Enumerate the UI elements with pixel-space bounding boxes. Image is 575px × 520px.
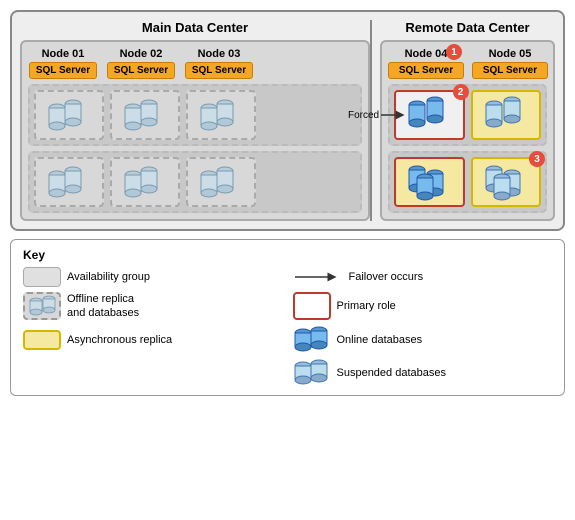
- main-data-center: Main Data Center Node 01 SQL Server Node…: [20, 20, 370, 221]
- legend-online-db-icon: [293, 326, 331, 354]
- legend-suspended-db: Suspended databases: [293, 359, 553, 387]
- legend-offline-label: Offline replicaand databases: [67, 292, 139, 321]
- legend-online-db-label: Online databases: [337, 334, 423, 346]
- node-01-label: Node 01: [42, 48, 85, 60]
- legend-avail-label: Availability group: [67, 271, 150, 283]
- bottom-replica-row: [28, 151, 362, 213]
- main-nodes-row: Node 01 SQL Server Node 02 SQL Server No…: [28, 48, 362, 79]
- remote-nodes-row: 1 Node 04 SQL Server Node 05 SQL Server: [388, 48, 547, 79]
- legend-primary-box: [293, 292, 331, 320]
- node-04-sql: SQL Server: [388, 62, 464, 79]
- node-03: Node 03 SQL Server: [184, 48, 254, 79]
- badge-1: 1: [446, 44, 462, 60]
- remote-primary-top: Forced 2: [394, 90, 465, 140]
- main-dc-label: Main Data Center: [20, 20, 370, 35]
- node-04-label: Node 04: [405, 48, 448, 60]
- legend-failover: Failover occurs: [293, 267, 553, 287]
- node-02: Node 02 SQL Server: [106, 48, 176, 79]
- legend-avail-box: [23, 267, 61, 287]
- remote-top-replica-row: Forced 2: [388, 84, 547, 146]
- remote-primary-bottom: [394, 157, 465, 207]
- node-02-sql: SQL Server: [107, 62, 175, 79]
- node-04: 1 Node 04 SQL Server: [388, 48, 464, 79]
- legend-avail-group: Availability group: [23, 267, 283, 287]
- remote-data-center: Remote Data Center 1 Node 04 SQL Server …: [370, 20, 555, 221]
- legend-failover-label: Failover occurs: [349, 271, 424, 283]
- legend-online-db: Online databases: [293, 326, 553, 354]
- offline-replica-5: [110, 157, 180, 207]
- remote-dc-label: Remote Data Center: [380, 20, 555, 35]
- legend-async-label: Asynchronous replica: [67, 334, 172, 346]
- legend-arrow-icon: [293, 269, 343, 285]
- main-container: Main Data Center Node 01 SQL Server Node…: [0, 0, 575, 406]
- node-01: Node 01 SQL Server: [28, 48, 98, 79]
- offline-replica-2: [110, 90, 180, 140]
- node-05: Node 05 SQL Server: [472, 48, 548, 79]
- remote-async-top: [471, 90, 542, 140]
- node-05-label: Node 05: [489, 48, 532, 60]
- forced-label: Forced: [348, 110, 379, 121]
- node-03-sql: SQL Server: [185, 62, 253, 79]
- node-03-label: Node 03: [198, 48, 241, 60]
- node-02-label: Node 02: [120, 48, 163, 60]
- legend-suspended-db-icon: [293, 359, 331, 387]
- badge-3: 3: [529, 151, 545, 167]
- legend-title: Key: [23, 248, 552, 262]
- legend-async: Asynchronous replica: [23, 326, 283, 354]
- legend-async-box: [23, 330, 61, 350]
- legend-suspended-db-label: Suspended databases: [337, 367, 446, 379]
- legend: Key Availability group Failover occurs: [10, 239, 565, 396]
- remote-async-bottom: 3: [471, 157, 542, 207]
- legend-offline: Offline replicaand databases: [23, 292, 283, 321]
- legend-primary-label: Primary role: [337, 300, 396, 312]
- offline-replica-3: [186, 90, 256, 140]
- badge-2: 2: [453, 84, 469, 100]
- node-01-sql: SQL Server: [29, 62, 97, 79]
- legend-primary: Primary role: [293, 292, 553, 321]
- legend-offline-box: [23, 292, 61, 320]
- offline-replica-4: [34, 157, 104, 207]
- top-replica-row: [28, 84, 362, 146]
- offline-replica-6: [186, 157, 256, 207]
- remote-bottom-replica-row: 3: [388, 151, 547, 213]
- node-05-sql: SQL Server: [472, 62, 548, 79]
- legend-empty: [23, 359, 283, 387]
- forced-arrow: Forced: [348, 109, 409, 121]
- offline-replica-1: [34, 90, 104, 140]
